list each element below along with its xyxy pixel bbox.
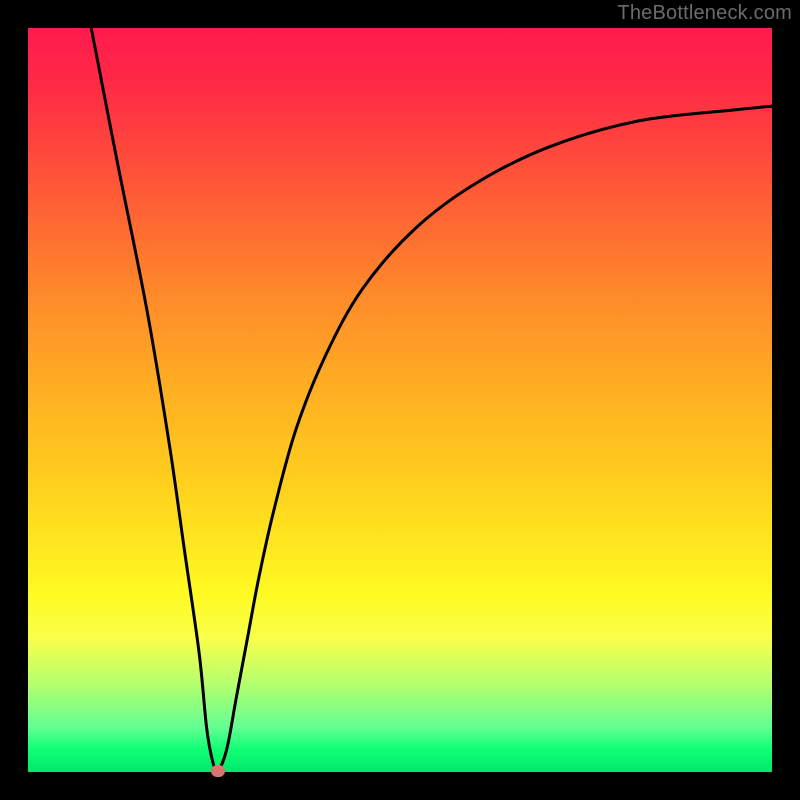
plot-area <box>28 28 772 772</box>
watermark: TheBottleneck.com <box>617 2 792 25</box>
min-marker <box>211 765 225 777</box>
bottleneck-curve-path <box>91 28 772 771</box>
chart-curve-svg <box>28 28 772 772</box>
